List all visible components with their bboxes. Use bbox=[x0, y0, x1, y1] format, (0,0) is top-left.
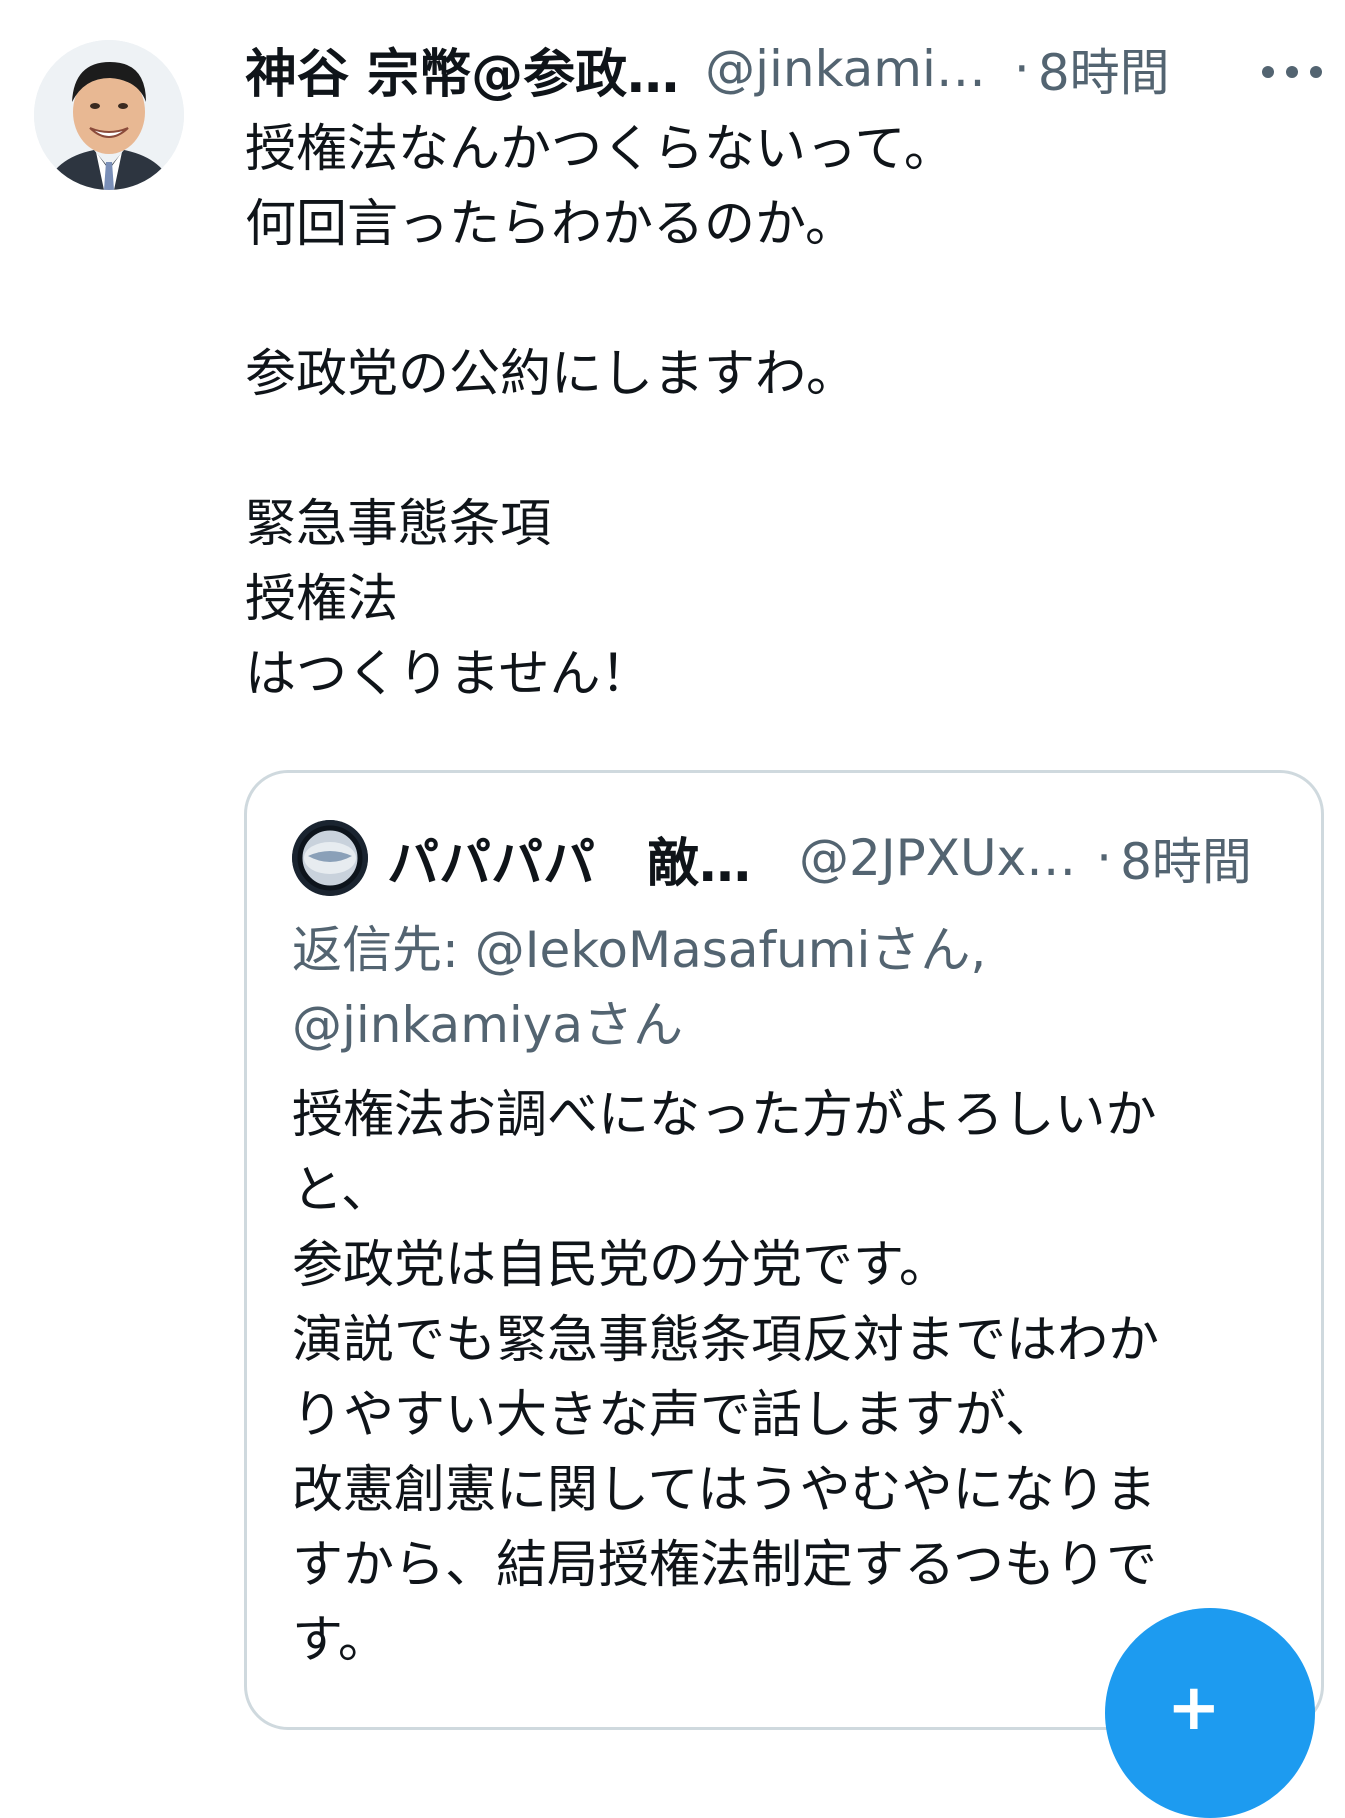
quoted-tweet-text: 授権法お調べになった方がよろしいか と、 参政党は自民党の分党です。 演説でも緊… bbox=[292, 1078, 1302, 1678]
author-avatar[interactable] bbox=[34, 40, 184, 190]
tweet-header: 神谷 宗幣@参政… @jinkami… · 8時間 bbox=[245, 32, 1345, 107]
quoted-author-photo bbox=[292, 820, 368, 896]
quoted-tweet-card[interactable]: パパパパ 敵… @2JPXUx… · 8時間 返信先: @IekoMasafum… bbox=[244, 770, 1324, 1730]
quoted-tweet-timestamp[interactable]: 8時間 bbox=[1120, 822, 1252, 894]
quoted-tweet-line: 参政党は自民党の分党です。 bbox=[292, 1236, 950, 1295]
quoted-tweet-line: りやすい大きな声で話しますが、 bbox=[292, 1386, 1056, 1445]
tweet-line: 緊急事態条項 bbox=[245, 495, 552, 554]
quoted-author-handle[interactable]: @2JPXUx… bbox=[799, 829, 1076, 887]
more-horizontal-icon bbox=[1310, 66, 1322, 78]
compose-plus-icon: + bbox=[1167, 1671, 1221, 1745]
quoted-tweet-line: すから、結局授権法制定するつもりで bbox=[292, 1536, 1157, 1595]
quoted-tweet-line: 演説でも緊急事態条項反対まではわか bbox=[292, 1311, 1160, 1370]
tweet-line: 何回言ったらわかるのか。 bbox=[245, 195, 856, 254]
quoted-author-display-name[interactable]: パパパパ 敵… bbox=[387, 821, 751, 896]
tweet-line: はつくりません！ bbox=[245, 645, 652, 704]
quoted-tweet-line: と、 bbox=[292, 1161, 392, 1220]
quoted-author-avatar[interactable] bbox=[292, 820, 368, 896]
author-photo bbox=[34, 40, 184, 190]
separator-dot: · bbox=[1096, 829, 1113, 887]
compose-tweet-button[interactable]: + bbox=[1105, 1608, 1315, 1818]
quoted-tweet-line: 授権法お調べになった方がよろしいか bbox=[292, 1086, 1157, 1145]
tweet-line: 授権法なんかつくらないって。 bbox=[245, 120, 955, 179]
reply-to-line[interactable]: 返信先: @IekoMasafumiさん, bbox=[292, 913, 1292, 988]
reply-to-info: 返信先: @IekoMasafumiさん, @jinkamiyaさん bbox=[292, 913, 1292, 1063]
tweet-line: 授権法 bbox=[245, 570, 399, 629]
author-display-name[interactable]: 神谷 宗幣@参政… bbox=[245, 32, 679, 107]
more-horizontal-icon bbox=[1286, 66, 1298, 78]
author-handle[interactable]: @jinkami… bbox=[705, 40, 986, 98]
separator-dot: · bbox=[1013, 40, 1030, 98]
more-options-button[interactable] bbox=[1262, 48, 1322, 96]
tweet-line: 参政党の公約にしますわ。 bbox=[245, 345, 858, 404]
more-horizontal-icon bbox=[1262, 66, 1274, 78]
quoted-tweet-line: 改憲創憲に関してはうやむやになりま bbox=[292, 1461, 1157, 1520]
reply-to-line[interactable]: @jinkamiyaさん bbox=[292, 988, 1292, 1063]
quoted-tweet-header: パパパパ 敵… @2JPXUx… · 8時間 bbox=[387, 818, 1307, 898]
tweet-text: 授権法なんかつくらないって。 何回言ったらわかるのか。 参政党の公約にしますわ。… bbox=[245, 112, 1305, 712]
tweet-timestamp[interactable]: 8時間 bbox=[1038, 33, 1170, 105]
